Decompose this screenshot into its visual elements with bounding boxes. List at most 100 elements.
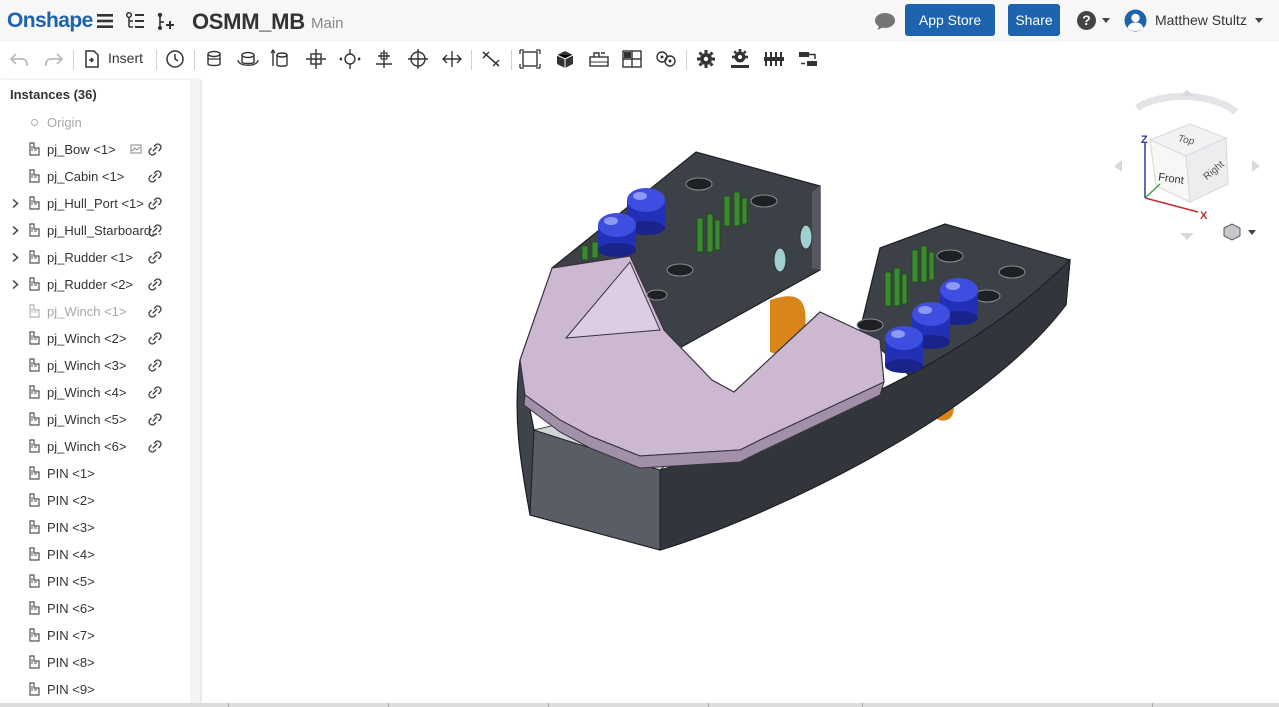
link-icon[interactable] [148,413,162,426]
workspace-name[interactable]: Main [311,15,344,32]
instance-row[interactable]: pj_Bow <1> [0,136,190,163]
user-name[interactable]: Matthew Stultz [1155,12,1247,28]
chevron-right-icon[interactable] [12,280,19,289]
parallel-mate-icon[interactable] [440,48,464,70]
tangent-mate-icon[interactable] [479,48,503,70]
link-icon[interactable] [148,386,162,399]
instance-row[interactable]: PIN <7> [0,622,190,649]
instance-row[interactable]: pj_Cabin <1> [0,163,190,190]
undo-icon[interactable] [8,48,32,70]
link-icon[interactable] [148,305,162,318]
instance-row[interactable]: pj_Winch <4> [0,379,190,406]
instance-label: PIN <5> [47,574,95,589]
toolbar-divider [73,50,74,70]
pattern-icon[interactable] [620,48,644,70]
part-studio-icon [29,439,40,453]
rack-pinion-icon[interactable] [728,48,752,70]
link-icon[interactable] [148,359,162,372]
insert-button[interactable]: Insert [108,50,143,66]
instance-row[interactable]: PIN <8> [0,649,190,676]
instance-row[interactable]: pj_Winch <1> [0,298,190,325]
rotate-arc-icon[interactable] [1135,92,1239,115]
ball-mate-icon[interactable] [406,48,430,70]
help-icon[interactable]: ? [1077,11,1096,30]
chevron-right-icon[interactable] [12,199,19,208]
instance-row[interactable]: PIN <6> [0,595,190,622]
gears-icon[interactable] [694,48,718,70]
instance-row[interactable]: pj_Rudder <2> [0,271,190,298]
chevron-right-icon[interactable] [12,253,19,262]
part-studio-icon [29,412,40,426]
instance-row[interactable]: PIN <1> [0,460,190,487]
rotate-right-icon[interactable] [1252,160,1260,172]
link-icon[interactable] [148,170,162,183]
onshape-logo[interactable]: Onshape [7,9,93,33]
share-button[interactable]: Share [1008,4,1060,36]
revolute-mate-icon[interactable] [236,48,260,70]
rotate-left-icon[interactable] [1114,160,1122,172]
instance-list-panel: Instances (36) Origin pj_Bow <1> pj_Cabin … [0,80,200,703]
user-avatar-icon[interactable] [1124,9,1147,32]
add-tree-icon[interactable] [154,10,176,32]
link-icon[interactable] [148,332,162,345]
feature-list-icon[interactable] [124,10,146,32]
instances-title: Instances (36) [10,87,97,102]
insert-icon[interactable] [80,48,104,70]
group-icon[interactable] [553,48,577,70]
instance-row[interactable]: PIN <5> [0,568,190,595]
instance-label: pj_Winch <5> [47,412,127,427]
instance-row[interactable]: Origin [0,109,190,136]
instance-row[interactable]: pj_Winch <2> [0,325,190,352]
cylindrical-mate-icon[interactable] [338,48,362,70]
link-icon[interactable] [148,278,162,291]
chevron-down-icon[interactable] [1102,18,1110,23]
instance-label: PIN <2> [47,493,95,508]
replicate-icon[interactable] [587,48,611,70]
link-icon[interactable] [148,197,162,210]
comment-icon[interactable] [874,11,896,31]
view-options-cube-icon[interactable] [1223,223,1241,241]
link-icon[interactable] [148,440,162,453]
view-options-chevron-icon[interactable] [1248,230,1256,235]
instance-label: pj_Hull_Starboard... [47,223,162,238]
gear-relation-icon[interactable] [654,48,678,70]
chevron-right-icon[interactable] [12,226,19,235]
planar-mate-icon[interactable] [304,48,328,70]
part-studio-icon [29,601,40,615]
instance-row[interactable]: pj_Winch <3> [0,352,190,379]
instance-label: PIN <6> [47,601,95,616]
instance-row[interactable]: pj_Winch <5> [0,406,190,433]
redo-icon[interactable] [41,48,65,70]
menu-icon[interactable] [95,10,117,32]
bottom-tab-bar[interactable] [0,703,1279,707]
history-icon[interactable] [163,48,187,70]
instance-row[interactable]: PIN <3> [0,514,190,541]
panel-scrollbar[interactable] [190,80,200,703]
screw-relation-icon[interactable] [762,48,786,70]
instance-row[interactable]: pj_Rudder <1> [0,244,190,271]
axis-x-label: X [1200,210,1208,222]
app-store-button[interactable]: App Store [905,4,995,36]
fastened-mate-icon[interactable] [202,48,226,70]
slider-mate-icon[interactable] [270,48,294,70]
rotate-down-icon[interactable] [1180,233,1194,240]
pin-slot-mate-icon[interactable] [372,48,396,70]
link-icon[interactable] [148,143,162,156]
instance-row[interactable]: pj_Winch <6> [0,433,190,460]
link-icon[interactable] [148,224,162,237]
top-header: Onshape OSMM_MB Main App Store Share ? M… [0,0,1279,42]
part-studio-icon [29,547,40,561]
instance-row[interactable]: pj_Hull_Starboard... [0,217,190,244]
link-icon[interactable] [148,251,162,264]
instance-row[interactable]: pj_Hull_Port <1> [0,190,190,217]
instance-label: pj_Rudder <1> [47,250,134,265]
mate-connector-icon[interactable] [518,48,542,70]
instance-row[interactable]: PIN <2> [0,487,190,514]
instance-row[interactable]: PIN <4> [0,541,190,568]
document-title[interactable]: OSMM_MB [192,9,305,35]
linear-relation-icon[interactable] [796,48,820,70]
user-menu-chevron-icon[interactable] [1255,18,1263,23]
sketch-icon [130,144,142,154]
view-cube[interactable]: Top Front Right Z X [1110,88,1260,246]
instance-row[interactable]: PIN <9> [0,676,190,703]
